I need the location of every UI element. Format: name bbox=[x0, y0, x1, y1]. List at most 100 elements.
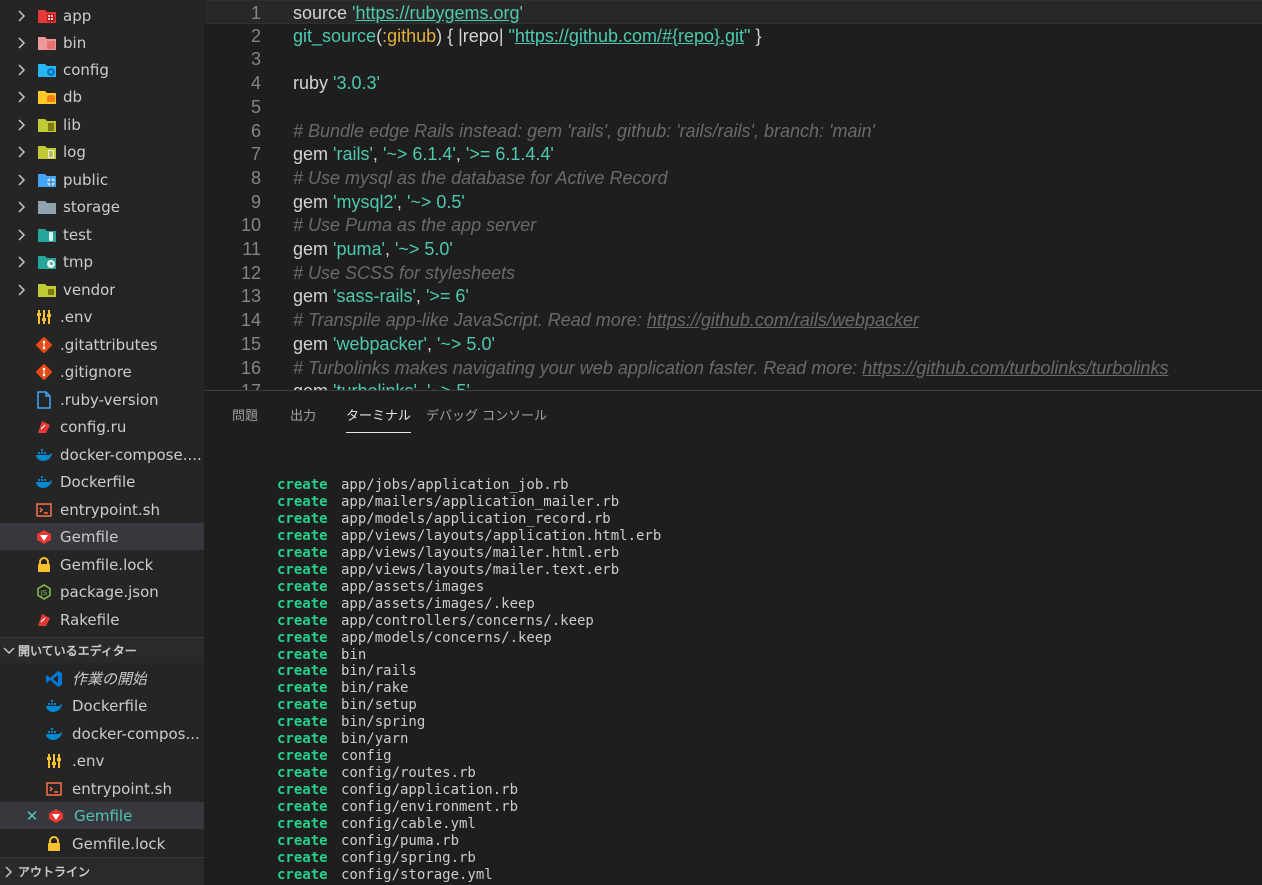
lock-icon bbox=[44, 834, 64, 854]
code-line[interactable]: 7 gem 'rails', '~> 6.1.4', '>= 6.1.4.4' bbox=[205, 142, 1262, 166]
folder-public[interactable]: public bbox=[0, 166, 204, 193]
line-number: 4 bbox=[250, 73, 261, 94]
code-line[interactable]: 3 bbox=[205, 47, 1262, 71]
terminal-line: create app/assets/images/.keep bbox=[277, 596, 535, 613]
open-editors-header[interactable]: 開いているエディター bbox=[0, 637, 204, 663]
settings-sliders-icon bbox=[34, 307, 54, 327]
code-line[interactable]: 8 # Use mysql as the database for Active … bbox=[205, 166, 1262, 190]
file-env[interactable]: .env bbox=[0, 303, 204, 330]
code-line[interactable]: 9 gem 'mysql2', '~> 0.5' bbox=[205, 190, 1262, 214]
code-line[interactable]: 5 bbox=[205, 95, 1262, 119]
file-docker-compose[interactable]: docker-compose.... bbox=[0, 441, 204, 468]
terminal-path: config bbox=[341, 748, 392, 765]
code-text: source 'https://rubygems.org' bbox=[293, 3, 523, 23]
code-text: git_source(:github) { |repo| "https://gi… bbox=[293, 25, 762, 46]
file-ruby-version[interactable]: .ruby-version bbox=[0, 386, 204, 413]
code-line[interactable]: 2 git_source(:github) { |repo| "https://g… bbox=[205, 24, 1262, 48]
terminal-verb: create bbox=[277, 527, 328, 544]
vscode-icon bbox=[44, 669, 64, 689]
folder-tmp[interactable]: tmp bbox=[0, 248, 204, 275]
open-editor-env[interactable]: .env bbox=[0, 747, 204, 774]
folder-lib[interactable]: lib bbox=[0, 111, 204, 138]
file-label: config.ru bbox=[60, 417, 127, 436]
open-editor-gemfile-lock[interactable]: Gemfile.lock bbox=[0, 830, 204, 857]
file-dockerfile[interactable]: Dockerfile bbox=[0, 468, 204, 495]
terminal-verb: create bbox=[277, 765, 328, 782]
chevron-right-icon bbox=[15, 145, 29, 159]
line-number: 16 bbox=[240, 357, 261, 378]
tab-output[interactable]: 出力 bbox=[290, 405, 316, 432]
tab-problems[interactable]: 問題 bbox=[232, 405, 258, 432]
terminal-verb: create bbox=[277, 748, 328, 765]
code-editor[interactable]: 1 source 'https://rubygems.org' 2 git_sourc… bbox=[205, 0, 1262, 390]
terminal-line: create app/models/concerns/.keep bbox=[277, 630, 552, 647]
line-number: 2 bbox=[250, 25, 261, 46]
file-config-ru[interactable]: config.ru bbox=[0, 413, 204, 440]
folder-storage[interactable]: storage bbox=[0, 193, 204, 220]
file-package-json[interactable]: JS package.json bbox=[0, 578, 204, 605]
code-line[interactable]: 1 source 'https://rubygems.org' bbox=[205, 0, 1262, 24]
terminal-verb: create bbox=[277, 646, 328, 663]
folder-vendor[interactable]: vendor bbox=[0, 276, 204, 303]
open-editor-gemfile[interactable]: ✕ Gemfile bbox=[0, 802, 204, 829]
chevron-right-icon bbox=[15, 173, 29, 187]
terminal-verb: create bbox=[277, 561, 328, 578]
terminal-path: bin/setup bbox=[341, 697, 417, 714]
code-line[interactable]: 11 gem 'puma', '~> 5.0' bbox=[205, 237, 1262, 261]
terminal-line: create config/environment.rb bbox=[277, 799, 518, 816]
file-gemfile-lock[interactable]: Gemfile.lock bbox=[0, 551, 204, 578]
folder-bin-icon bbox=[37, 33, 57, 53]
folder-test[interactable]: test bbox=[0, 221, 204, 248]
open-editor-dockerfile[interactable]: Dockerfile bbox=[0, 692, 204, 719]
terminal-path: config/environment.rb bbox=[341, 799, 519, 816]
git-icon bbox=[34, 335, 54, 355]
code-line[interactable]: 12 # Use SCSS for stylesheets bbox=[205, 261, 1262, 285]
open-editor-docker-compose[interactable]: docker-compos... bbox=[0, 720, 204, 747]
folder-db[interactable]: db bbox=[0, 83, 204, 110]
file-gemfile[interactable]: Gemfile bbox=[0, 523, 204, 550]
line-number: 12 bbox=[240, 262, 261, 283]
line-number: 1 bbox=[250, 3, 261, 23]
file-rakefile[interactable]: Rakefile bbox=[0, 606, 204, 633]
open-editor-welcome[interactable]: 作業の開始 bbox=[0, 665, 204, 692]
open-editor-entrypoint[interactable]: entrypoint.sh bbox=[0, 775, 204, 802]
line-number: 17 bbox=[205, 379, 261, 390]
terminal-verb: create bbox=[277, 866, 328, 883]
terminal-verb: create bbox=[277, 680, 328, 697]
tab-debug-console[interactable]: デバッグ コンソール bbox=[426, 405, 547, 432]
code-line[interactable]: 15 gem 'webpacker', '~> 5.0' bbox=[205, 332, 1262, 356]
file-gitignore[interactable]: .gitignore bbox=[0, 358, 204, 385]
terminal-path: config/puma.rb bbox=[341, 832, 460, 849]
terminal-verb: create bbox=[277, 612, 328, 629]
file-gitattributes[interactable]: .gitattributes bbox=[0, 331, 204, 358]
file-label: entrypoint.sh bbox=[60, 500, 161, 519]
folder-config[interactable]: config bbox=[0, 56, 204, 83]
code-text: gem 'sass-rails', '>= 6' bbox=[293, 286, 469, 307]
terminal-line: create app/assets/images bbox=[277, 579, 484, 596]
bottom-panel: 問題 出力 ターミナル デバッグ コンソール create app/jobs/ap… bbox=[205, 390, 1262, 885]
code-line[interactable]: 6 # Bundle edge Rails instead: gem 'rails… bbox=[205, 119, 1262, 143]
folder-tmp-icon bbox=[37, 252, 57, 272]
outline-header[interactable]: アウトライン bbox=[0, 857, 204, 885]
terminal-path: config/routes.rb bbox=[341, 765, 476, 782]
code-line[interactable]: 4 ruby '3.0.3' bbox=[205, 71, 1262, 95]
folder-bin[interactable]: bin bbox=[0, 29, 204, 56]
folder-app[interactable]: app bbox=[0, 2, 204, 29]
docker-icon bbox=[44, 696, 64, 716]
line-number: 7 bbox=[250, 144, 261, 165]
terminal-line: create config/storage.yml bbox=[277, 867, 493, 884]
code-text: # Use Puma as the app server bbox=[293, 215, 537, 236]
ruby-gem-icon bbox=[46, 806, 66, 826]
folder-log[interactable]: log bbox=[0, 138, 204, 165]
code-line[interactable]: 13 gem 'sass-rails', '>= 6' bbox=[205, 284, 1262, 308]
close-icon[interactable]: ✕ bbox=[24, 807, 40, 825]
tab-terminal[interactable]: ターミナル bbox=[346, 405, 412, 433]
file-entrypoint[interactable]: entrypoint.sh bbox=[0, 496, 204, 523]
terminal-line: create bin/yarn bbox=[277, 731, 408, 748]
code-line[interactable]: 17 gem 'turbolinks', '~> 5' bbox=[205, 379, 1262, 390]
terminal-line: create bin/setup bbox=[277, 697, 417, 714]
terminal-line: create config/cable.yml bbox=[277, 816, 476, 833]
code-line[interactable]: 14 # Transpile app-like JavaScript. Read … bbox=[205, 308, 1262, 332]
code-line[interactable]: 16 # Turbolinks makes navigating your web… bbox=[205, 356, 1262, 380]
code-line[interactable]: 10 # Use Puma as the app server bbox=[205, 213, 1262, 237]
